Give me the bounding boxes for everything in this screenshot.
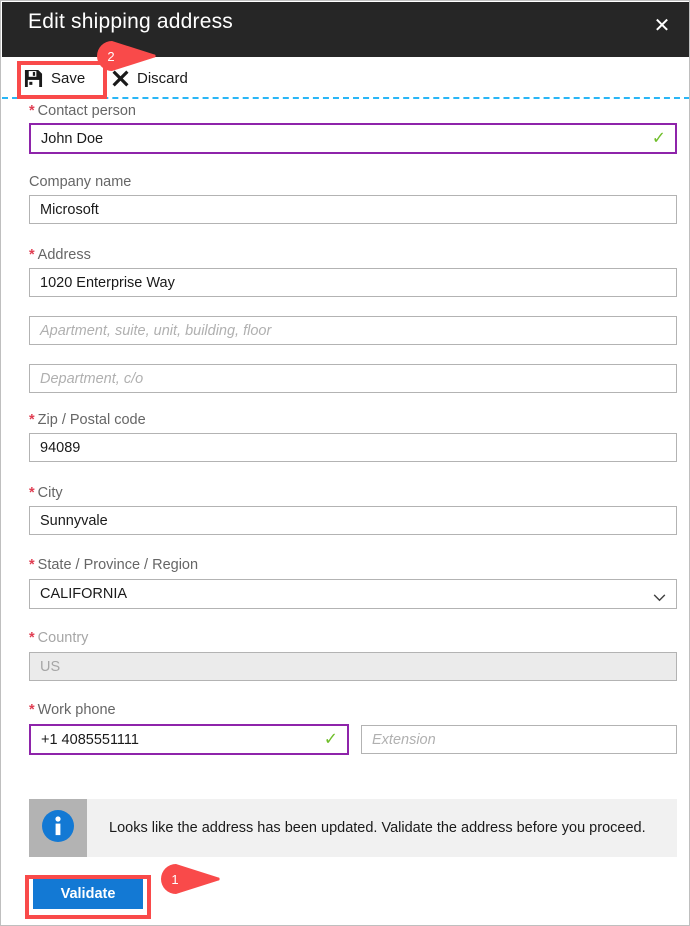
extension-input[interactable]: Extension <box>361 725 677 754</box>
city-input[interactable]: Sunnyvale <box>29 506 677 535</box>
required-asterisk: * <box>29 630 35 646</box>
label-company-name: Company name <box>29 174 132 190</box>
valid-check-icon: ✓ <box>651 128 666 148</box>
label-city: * City <box>29 485 63 501</box>
address-line3-input[interactable]: Department, c/o <box>29 364 677 393</box>
dialog-titlebar: Edit shipping address ✕ <box>2 2 689 57</box>
country-input: US <box>29 652 677 681</box>
page-title: Edit shipping address <box>28 10 233 33</box>
save-floppy-icon <box>24 69 43 88</box>
required-asterisk: * <box>29 702 35 718</box>
command-toolbar: Save Discard <box>2 57 689 98</box>
valid-check-icon: ✓ <box>323 729 338 749</box>
address-value: 1020 Enterprise Way <box>40 274 175 291</box>
company-name-value: Microsoft <box>40 201 99 218</box>
close-icon[interactable]: ✕ <box>644 8 680 42</box>
callout-number-1: 1 <box>171 871 179 887</box>
state-province-region-value: CALIFORNIA <box>40 586 128 602</box>
discard-button[interactable]: Discard <box>112 62 188 94</box>
edit-shipping-address-dialog: Edit shipping address ✕ Save Discard * C… <box>0 0 690 926</box>
info-message-bar: Looks like the address has been updated.… <box>29 799 677 857</box>
label-work-phone: * Work phone <box>29 702 116 718</box>
zip-postal-code-input[interactable]: 94089 <box>29 433 677 462</box>
contact-person-value: John Doe <box>41 130 104 147</box>
validate-button[interactable]: Validate <box>33 879 143 909</box>
label-zip-postal-code: * Zip / Postal code <box>29 412 146 428</box>
address-line2-placeholder: Apartment, suite, unit, building, floor <box>40 322 272 339</box>
address-line2-input[interactable]: Apartment, suite, unit, building, floor <box>29 316 677 345</box>
required-asterisk: * <box>29 247 35 263</box>
callout-marker-1: 1 <box>159 863 221 895</box>
zip-postal-code-value: 94089 <box>40 439 81 456</box>
save-button[interactable]: Save <box>24 62 85 94</box>
x-cross-icon <box>112 70 129 87</box>
toolbar-divider <box>2 97 689 99</box>
info-icon-cell <box>29 799 87 857</box>
required-asterisk: * <box>29 557 35 573</box>
work-phone-input[interactable]: +1 4085551111 ✓ <box>29 724 349 755</box>
label-country: * Country <box>29 630 89 646</box>
work-phone-value: +1 4085551111 <box>41 731 139 748</box>
extension-placeholder: Extension <box>372 731 436 748</box>
label-address: * Address <box>29 247 91 263</box>
contact-person-input[interactable]: John Doe ✓ <box>29 123 677 154</box>
address-input[interactable]: 1020 Enterprise Way <box>29 268 677 297</box>
company-name-input[interactable]: Microsoft <box>29 195 677 224</box>
address-line3-placeholder: Department, c/o <box>40 370 144 387</box>
label-state-province-region: * State / Province / Region <box>29 557 199 573</box>
required-asterisk: * <box>29 485 35 501</box>
validate-button-label: Validate <box>60 886 116 902</box>
required-asterisk: * <box>29 412 35 428</box>
label-contact-person: * Contact person <box>29 103 136 119</box>
info-message-text: Looks like the address has been updated.… <box>109 820 646 836</box>
discard-button-label: Discard <box>137 69 188 87</box>
save-button-label: Save <box>51 69 86 87</box>
country-value: US <box>40 658 61 675</box>
info-circle-icon <box>40 808 76 849</box>
required-asterisk: * <box>29 103 35 119</box>
state-province-region-select[interactable]: CALIFORNIA <box>29 579 677 609</box>
city-value: Sunnyvale <box>40 512 108 529</box>
chevron-down-icon <box>653 590 666 602</box>
